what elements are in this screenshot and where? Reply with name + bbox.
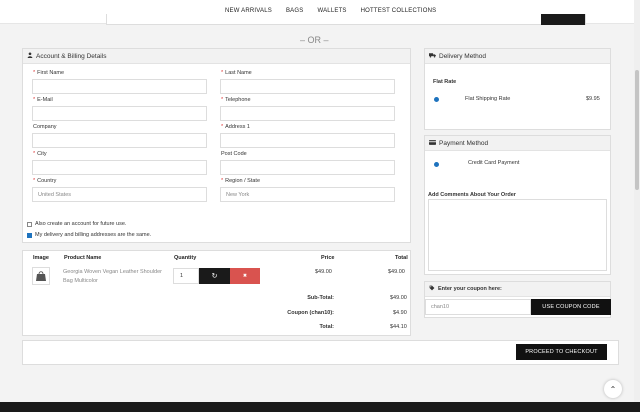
scrollbar-thumb[interactable] xyxy=(635,70,639,190)
product-name-link[interactable]: Georgia Woven Vegan Leather Shoulder Bag… xyxy=(63,268,171,286)
cart-panel xyxy=(22,250,411,336)
flat-rate-label[interactable]: Flat Shipping Rate xyxy=(465,96,510,102)
checkbox-unchecked[interactable] xyxy=(27,221,32,227)
email-input[interactable] xyxy=(32,106,207,121)
login-button-partial[interactable] xyxy=(541,14,585,25)
footer-bar xyxy=(0,402,640,412)
first-name-label: * First Name xyxy=(33,70,65,76)
credit-card-icon xyxy=(429,139,436,147)
comments-textarea[interactable] xyxy=(428,199,607,271)
row-total: $49.00 xyxy=(388,269,405,275)
coupon-title: Enter your coupon here: xyxy=(438,286,502,292)
address1-label: * Address 1 xyxy=(221,124,250,130)
refresh-icon: ↻ xyxy=(211,273,218,280)
credit-card-label[interactable]: Credit Card Payment xyxy=(468,160,519,166)
create-account-checkbox[interactable]: Also create an account for future use. xyxy=(27,221,126,227)
checkbox-checked[interactable] xyxy=(27,232,32,238)
quantity-input[interactable]: 1 xyxy=(173,268,199,284)
telephone-label: * Telephone xyxy=(221,97,251,103)
product-thumbnail[interactable] xyxy=(32,267,50,285)
delivery-title: Delivery Method xyxy=(439,52,486,60)
region-select[interactable]: New York xyxy=(220,187,395,202)
billing-panel-header: Account & Billing Details xyxy=(23,49,410,64)
total-value: $44.10 xyxy=(390,324,407,330)
header-price: Price xyxy=(321,255,335,261)
tag-icon xyxy=(429,285,435,293)
remove-icon: ✖ xyxy=(242,273,248,279)
row-price: $49.00 xyxy=(315,269,332,275)
same-address-checkbox[interactable]: My delivery and billing addresses are th… xyxy=(27,232,151,238)
bag-icon xyxy=(36,271,46,281)
subtotal-label: Sub-Total: xyxy=(307,295,334,301)
first-name-input[interactable] xyxy=(32,79,207,94)
create-account-label: Also create an account for future use. xyxy=(35,221,127,227)
same-address-label: My delivery and billing addresses are th… xyxy=(35,232,152,238)
comments-label: Add Comments About Your Order xyxy=(428,192,516,198)
flat-rate-price: $9.95 xyxy=(586,96,600,102)
subtotal-value: $49.00 xyxy=(390,295,407,301)
delivery-panel-header: Delivery Method xyxy=(425,49,610,64)
company-label: Company xyxy=(33,124,57,130)
last-name-label: * Last Name xyxy=(221,70,252,76)
header-quantity: Quantity xyxy=(174,255,197,261)
payment-title: Payment Method xyxy=(439,139,489,147)
region-label: * Region / State xyxy=(221,178,260,184)
country-select[interactable]: United States xyxy=(32,187,207,202)
postcode-input[interactable] xyxy=(220,160,395,175)
back-to-top-button[interactable]: ⌃ xyxy=(604,380,622,398)
page-scrollbar[interactable] xyxy=(634,0,640,412)
country-label: * Country xyxy=(33,178,57,184)
payment-panel-header: Payment Method xyxy=(425,136,610,151)
use-coupon-button[interactable]: USE COUPON CODE xyxy=(531,299,611,315)
header-image: Image xyxy=(33,255,49,261)
login-input-partial[interactable] xyxy=(106,14,586,25)
total-label: Total: xyxy=(319,324,334,330)
or-divider: – OR – xyxy=(300,35,329,45)
delivery-panel: Delivery Method xyxy=(424,48,611,130)
coupon-panel-header: Enter your coupon here: xyxy=(425,282,610,297)
chevron-up-icon: ⌃ xyxy=(609,384,617,394)
last-name-input[interactable] xyxy=(220,79,395,94)
truck-icon xyxy=(429,52,436,60)
email-label: * E-Mail xyxy=(33,97,53,103)
flat-rate-heading: Flat Rate xyxy=(433,79,457,85)
flat-rate-radio[interactable] xyxy=(434,97,439,102)
coupon-discount-label: Coupon (chan10): xyxy=(287,310,334,316)
coupon-discount-value: $4.90 xyxy=(393,310,407,316)
telephone-input[interactable] xyxy=(220,106,395,121)
coupon-input[interactable]: chan10 xyxy=(425,299,531,315)
address1-input[interactable] xyxy=(220,133,395,148)
postcode-label: Post Code xyxy=(221,151,247,157)
city-label: * City xyxy=(33,151,47,157)
proceed-checkout-button[interactable]: PROCEED TO CHECKOUT xyxy=(516,344,607,360)
header-product: Product Name xyxy=(64,255,102,261)
user-icon xyxy=(27,52,33,60)
refresh-button[interactable]: ↻ xyxy=(199,268,230,284)
credit-card-radio[interactable] xyxy=(434,162,439,167)
header-total: Total xyxy=(395,255,408,261)
remove-button[interactable]: ✖ xyxy=(230,268,260,284)
company-input[interactable] xyxy=(32,133,207,148)
billing-title: Account & Billing Details xyxy=(36,52,107,60)
city-input[interactable] xyxy=(32,160,207,175)
